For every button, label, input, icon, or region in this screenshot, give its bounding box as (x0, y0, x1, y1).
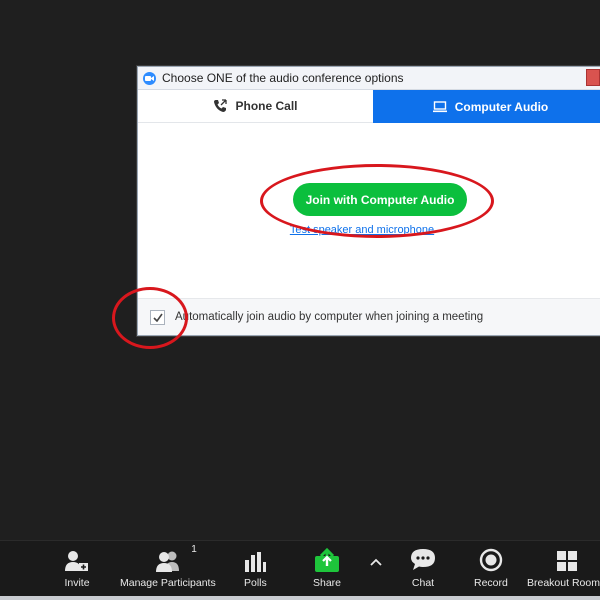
breakout-rooms-icon (527, 548, 578, 572)
auto-join-checkbox[interactable] (150, 309, 165, 325)
toolbar-record[interactable]: Record (474, 548, 508, 589)
toolbar-breakout-rooms-label: Breakout Rooms (527, 577, 600, 589)
toolbar-invite[interactable]: Invite (64, 548, 90, 589)
monitor-icon (432, 100, 447, 113)
toolbar-polls[interactable]: Polls (244, 548, 267, 589)
chat-icon (410, 548, 436, 572)
window-bottom-edge (0, 596, 600, 600)
participant-count: 1 (191, 544, 197, 555)
dialog-footer: Automatically join audio by computer whe… (138, 298, 600, 335)
audio-tabs: Phone Call Computer Audio (138, 90, 600, 123)
audio-options-dialog: Choose ONE of the audio conference optio… (137, 66, 600, 336)
polls-icon (244, 548, 267, 572)
phone-icon (213, 99, 228, 113)
toolbar-chat-label: Chat (411, 577, 435, 589)
toolbar-invite-label: Invite (64, 577, 90, 589)
record-icon (479, 548, 503, 572)
meeting-toolbar: Invite 1 Manage Participants Polls Share… (0, 540, 600, 597)
dialog-title: Choose ONE of the audio conference optio… (162, 71, 404, 85)
tab-phone-call[interactable]: Phone Call (138, 90, 373, 123)
toolbar-polls-label: Polls (244, 577, 267, 589)
computer-audio-panel: Join with Computer Audio Test speaker an… (138, 123, 600, 301)
tab-computer-audio-label: Computer Audio (454, 99, 549, 114)
toolbar-chat[interactable]: Chat (410, 548, 436, 589)
close-button[interactable] (586, 69, 600, 86)
test-speaker-microphone-link[interactable]: Test speaker and microphone (138, 224, 600, 236)
toolbar-share-label: Share (313, 577, 342, 589)
toolbar-share[interactable]: Share (313, 548, 341, 589)
zoom-logo-icon (143, 71, 156, 85)
checkmark-icon (152, 313, 163, 322)
auto-join-label: Automatically join audio by computer whe… (175, 311, 484, 323)
share-options-chevron-up-icon[interactable] (370, 553, 382, 569)
invite-icon (64, 548, 90, 572)
dialog-titlebar: Choose ONE of the audio conference optio… (138, 67, 600, 90)
toolbar-record-label: Record (474, 577, 508, 589)
toolbar-breakout-rooms[interactable]: Breakout Rooms (527, 548, 600, 589)
toolbar-manage-participants[interactable]: 1 Manage Participants (120, 544, 216, 589)
join-computer-audio-button[interactable]: Join with Computer Audio (293, 183, 467, 216)
share-icon (314, 548, 340, 572)
participants-icon: 1 (153, 544, 197, 572)
toolbar-manage-participants-label: Manage Participants (120, 577, 216, 589)
tab-phone-call-label: Phone Call (235, 99, 298, 113)
tab-computer-audio[interactable]: Computer Audio (373, 90, 600, 123)
